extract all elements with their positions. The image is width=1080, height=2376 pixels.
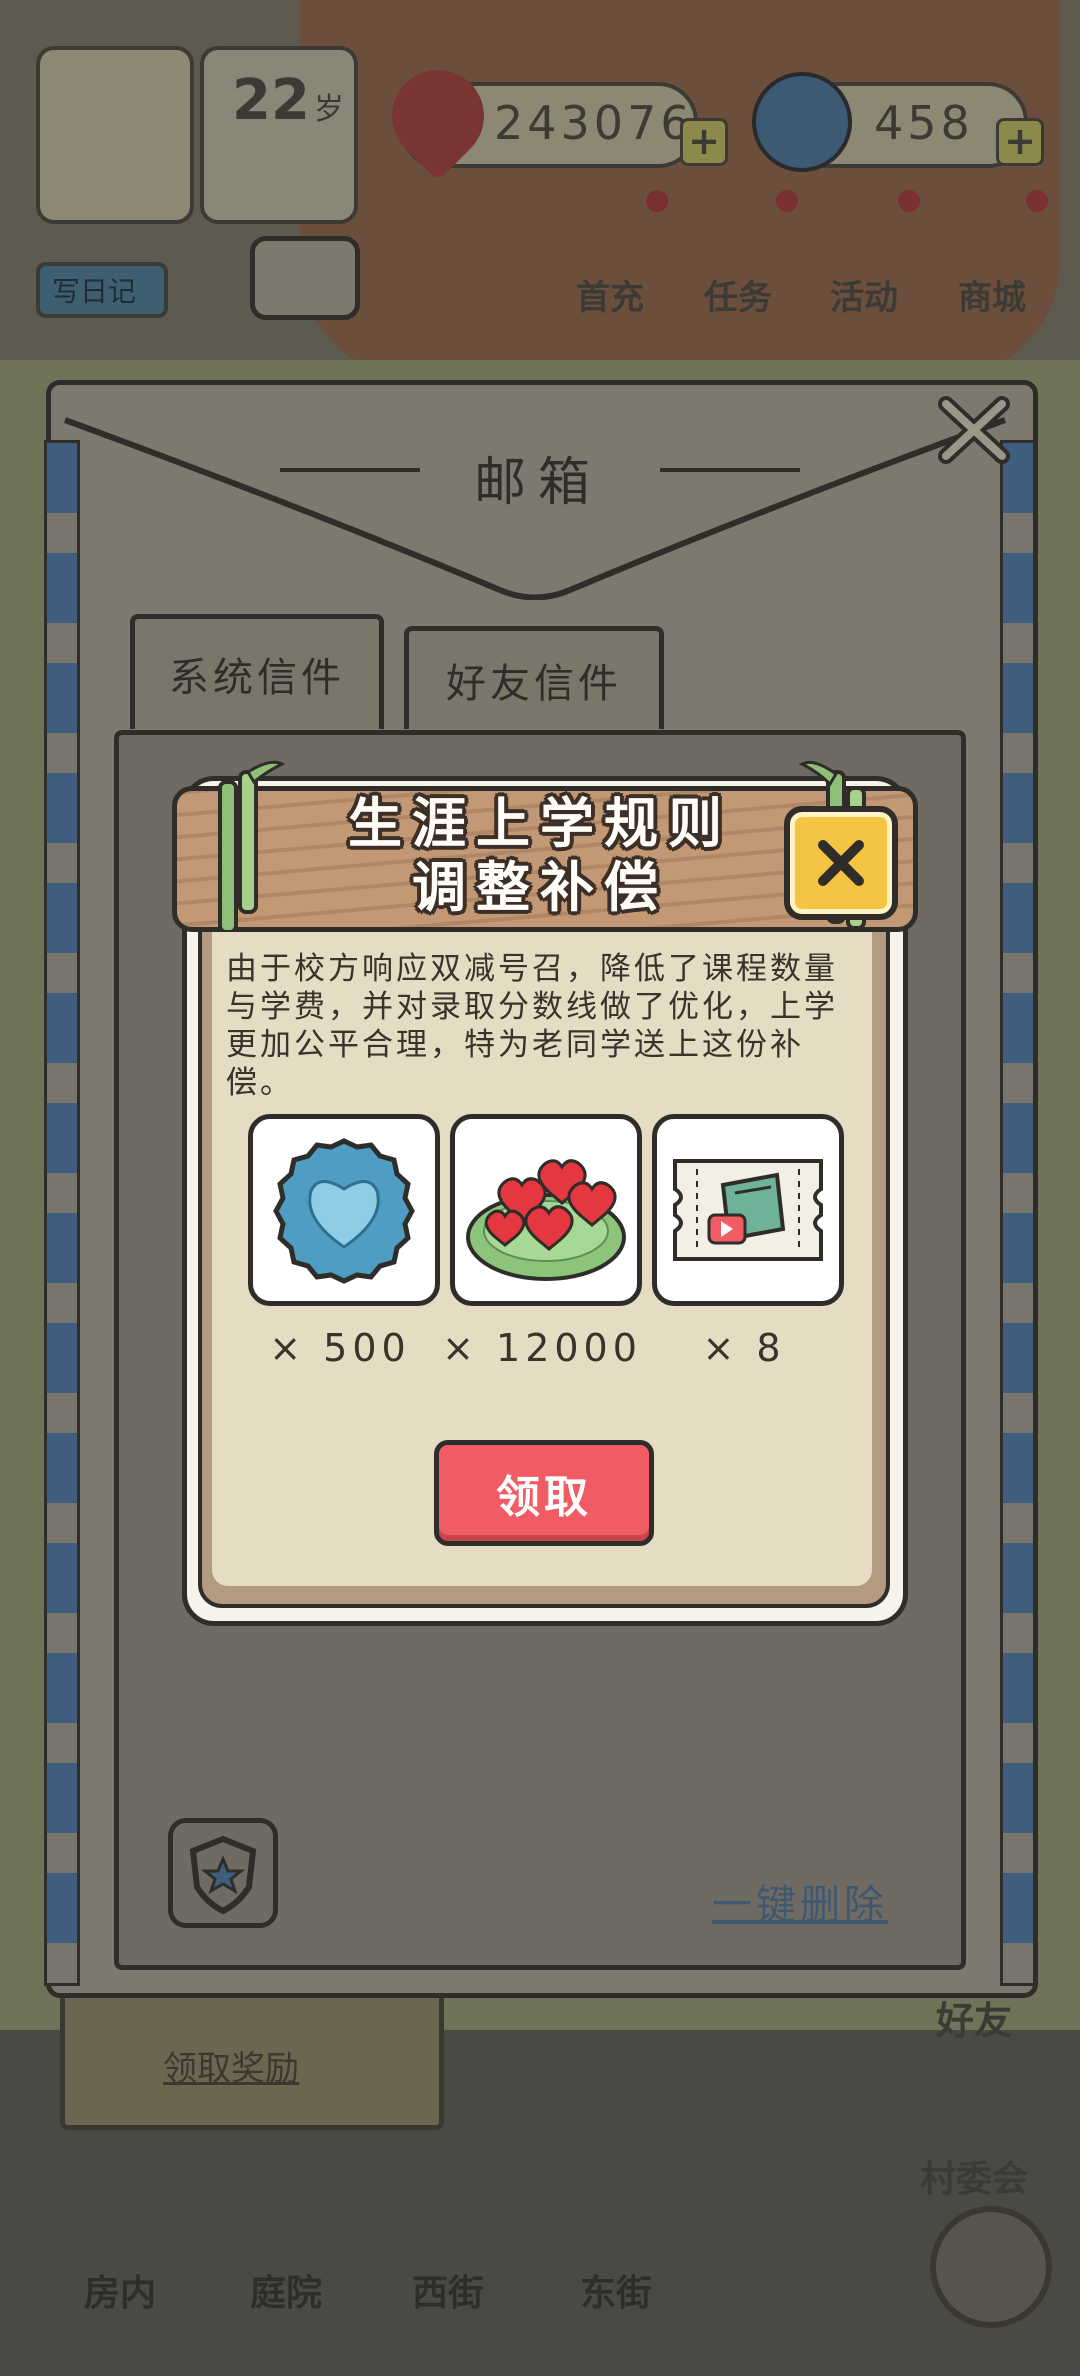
close-icon xyxy=(818,840,864,886)
claim-button[interactable]: 领取 xyxy=(434,1440,654,1546)
badge-dot xyxy=(646,190,668,212)
reward-card-caps xyxy=(248,1114,440,1306)
reward-panel: 领取奖励 xyxy=(60,1980,444,2130)
dialog-title-line1: 生涯上学规则 xyxy=(348,792,732,855)
dialog-close-button[interactable] xyxy=(784,806,898,920)
friends-button[interactable]: 好友 xyxy=(936,1990,1012,2045)
menu-events[interactable]: 活动 xyxy=(830,270,898,319)
camera-icon[interactable] xyxy=(250,236,360,320)
hearts-plate-icon xyxy=(466,1159,626,1281)
bottle-cap-icon xyxy=(752,72,852,172)
reward-card-hearts xyxy=(450,1114,642,1306)
caps-value: 458 xyxy=(874,96,974,150)
badge-dot xyxy=(898,190,920,212)
tab-friend-mail[interactable]: 好友信件 xyxy=(404,626,664,729)
tree-canopy xyxy=(300,0,1060,380)
add-hearts-button[interactable]: + xyxy=(680,118,728,166)
reward-qty-hearts: × 12000 xyxy=(442,1326,642,1370)
book-ticket-icon xyxy=(673,1159,823,1261)
title-rule-left xyxy=(280,468,420,472)
bamboo-left-icon xyxy=(218,760,286,932)
nav-west-street[interactable]: 西街 xyxy=(412,2264,484,2316)
scroll-up-button[interactable] xyxy=(930,2206,1052,2328)
dialog-description: 由于校方响应双减号召，降低了课程数量与学费，并对录取分数线做了优化，上学更加公平… xyxy=(226,951,838,1101)
reward-card-ticket xyxy=(652,1114,844,1306)
bottle-cap-icon xyxy=(273,1138,415,1284)
nav-yard[interactable]: 庭院 xyxy=(250,2264,322,2316)
diary-label: 写日记 xyxy=(52,275,137,308)
diary-button[interactable]: 写日记 xyxy=(36,262,168,318)
age-unit: 岁 xyxy=(314,92,344,127)
reward-qty-caps: × 500 xyxy=(269,1326,411,1370)
mailbox-close-icon[interactable] xyxy=(934,390,1014,470)
badge-dot xyxy=(1026,190,1048,212)
dialog-title: 生涯上学规则 调整补偿 xyxy=(320,792,760,920)
envelope-border-right xyxy=(1000,440,1036,1986)
shield-button[interactable] xyxy=(168,1818,278,1928)
dialog-title-line2: 调整补偿 xyxy=(412,856,668,919)
menu-tasks[interactable]: 任务 xyxy=(704,270,772,319)
tab-system-mail[interactable]: 系统信件 xyxy=(130,614,384,729)
mailbox-title: 邮箱 xyxy=(474,453,603,513)
menu-first-recharge[interactable]: 首充 xyxy=(576,270,644,319)
claim-reward-link[interactable]: 领取奖励 xyxy=(163,2041,299,2090)
add-caps-button[interactable]: + xyxy=(996,118,1044,166)
reward-qty-ticket: × 8 xyxy=(702,1326,786,1370)
title-rule-right xyxy=(660,468,800,472)
shield-star-icon xyxy=(189,1835,257,1915)
hearts-value: 243076 xyxy=(494,96,694,150)
age-calendar: 22 岁 xyxy=(200,46,358,224)
nav-indoor[interactable]: 房内 xyxy=(84,2264,156,2316)
delete-all-link[interactable]: 一键删除 xyxy=(712,1872,888,1930)
badge-dot xyxy=(776,190,798,212)
envelope-border-left xyxy=(44,440,80,1986)
nav-east-street[interactable]: 东街 xyxy=(580,2264,652,2316)
menu-shop[interactable]: 商城 xyxy=(958,270,1026,319)
age-value: 22 xyxy=(232,68,310,133)
village-committee-button[interactable]: 村委会 xyxy=(920,2150,1028,2202)
avatar[interactable] xyxy=(36,46,194,224)
